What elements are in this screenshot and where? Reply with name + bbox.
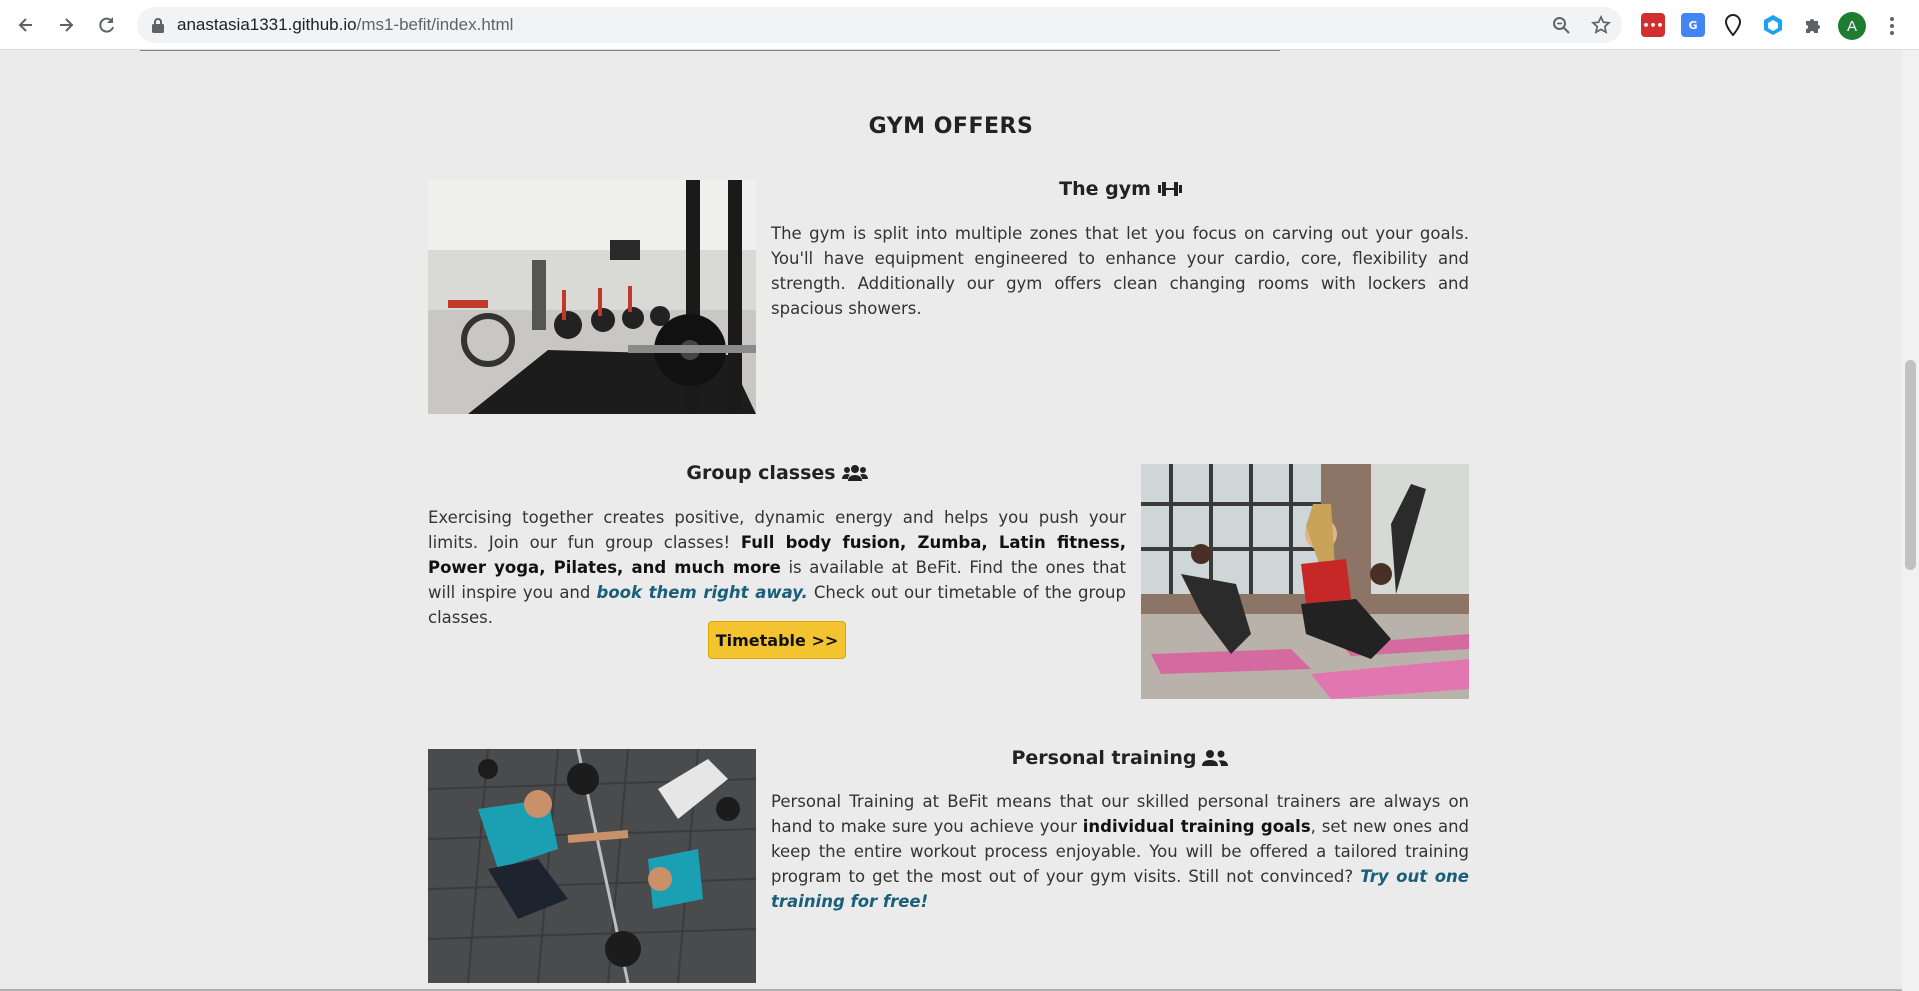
personal-training-title: Personal training <box>771 747 1469 769</box>
extension-blue-icon[interactable] <box>1761 13 1785 37</box>
book-link[interactable]: book them right away. <box>597 583 808 602</box>
url-text: anastasia1331.github.io/ms1-befit/index.… <box>177 15 513 35</box>
avatar[interactable]: A <box>1838 12 1866 40</box>
url-path: /ms1-befit/index.html <box>356 15 514 34</box>
timetable-button[interactable]: Timetable >> <box>708 621 846 659</box>
forward-icon[interactable] <box>52 11 80 39</box>
users-icon <box>841 465 868 481</box>
translate-icon[interactable]: G <box>1681 13 1705 37</box>
personal-training-photo <box>428 749 756 983</box>
url-domain: anastasia1331.github.io <box>177 15 357 34</box>
personal-training-description: Personal Training at BeFit means that ou… <box>771 789 1469 914</box>
navbar-edge <box>0 50 1902 52</box>
personal-goals: individual training goals <box>1082 817 1311 836</box>
dumbbell-icon <box>1157 182 1182 196</box>
gym-description: The gym is split into multiple zones tha… <box>771 224 1469 318</box>
group-classes-description: Exercising together creates positive, dy… <box>428 505 1126 630</box>
menu-icon[interactable] <box>1884 12 1900 40</box>
scrollbar-thumb[interactable] <box>1905 360 1916 570</box>
gym-title: The gym <box>771 178 1471 200</box>
page-content: GYM OFFERS The gym The gym is split into… <box>0 50 1902 991</box>
group-classes-photo <box>1141 464 1469 699</box>
reload-icon[interactable] <box>93 11 121 39</box>
puzzle-icon[interactable] <box>1801 13 1825 37</box>
section-title: GYM OFFERS <box>868 114 1034 139</box>
user-friends-icon <box>1202 750 1229 766</box>
lock-icon <box>152 18 164 33</box>
address-bar[interactable]: anastasia1331.github.io/ms1-befit/index.… <box>137 7 1622 43</box>
group-classes-title-text: Group classes <box>686 462 836 484</box>
extension-red-icon[interactable]: ••• <box>1641 13 1665 37</box>
location-pin-icon[interactable] <box>1721 13 1745 37</box>
back-icon[interactable] <box>12 11 40 39</box>
zoom-icon[interactable] <box>1551 15 1571 35</box>
personal-training-title-text: Personal training <box>1011 747 1197 769</box>
gym-title-text: The gym <box>1059 178 1151 200</box>
group-classes-title: Group classes <box>428 462 1126 484</box>
browser-toolbar: anastasia1331.github.io/ms1-befit/index.… <box>0 0 1919 50</box>
scrollbar[interactable] <box>1902 50 1919 991</box>
star-icon[interactable] <box>1591 15 1611 35</box>
gym-photo <box>428 180 756 414</box>
